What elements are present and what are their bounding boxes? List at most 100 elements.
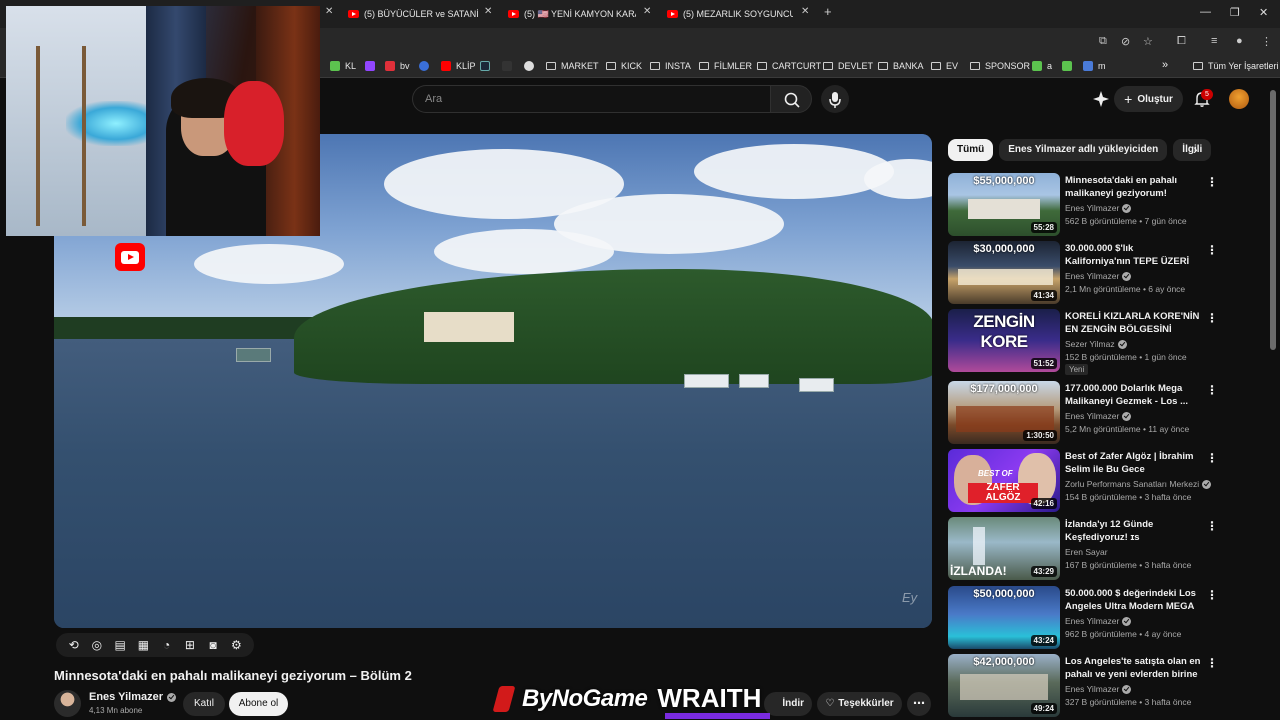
chip-from-uploader[interactable]: Enes Yilmazer adlı yükleyiciden — [999, 139, 1168, 161]
search-button[interactable] — [770, 85, 812, 113]
menu-dots-icon[interactable]: ⋮ — [1261, 35, 1272, 48]
voice-search-button[interactable] — [821, 85, 849, 113]
restore-icon[interactable]: ❐ — [1230, 6, 1240, 19]
bookmark-green[interactable] — [1062, 61, 1077, 71]
more-actions-button[interactable]: ⋯ — [907, 692, 931, 716]
rec-channel[interactable]: Enes Yilmazer — [1065, 684, 1132, 694]
bookmark-folder-market[interactable]: MARKET — [546, 61, 599, 71]
rec-channel[interactable]: Enes Yilmazer — [1065, 616, 1132, 626]
rec-menu-icon[interactable]: ⋮ — [1206, 656, 1218, 670]
rec-title[interactable]: 50.000.000 $ değerindeki Los Angeles Ult… — [1065, 587, 1201, 613]
download-button[interactable]: İndir — [764, 692, 812, 716]
screenshot-icon[interactable]: ◙ — [206, 638, 220, 652]
rec-title[interactable]: Best of Zafer Algöz | İbrahim Selim ile … — [1065, 450, 1201, 476]
tab-close-icon[interactable]: ✕ — [801, 6, 809, 17]
channel-name-row[interactable]: Enes Yilmazer — [89, 691, 176, 703]
bookmark-all[interactable]: Tüm Yer İşaretleri — [1193, 61, 1279, 71]
rec-menu-icon[interactable]: ⋮ — [1206, 175, 1218, 189]
rec-menu-icon[interactable]: ⋮ — [1206, 451, 1218, 465]
bookmark-folder-banka[interactable]: BANKA — [878, 61, 924, 71]
bookmark-a[interactable]: a — [1032, 61, 1052, 71]
recommendation-item[interactable]: $177,000,000 1:30:50 177.000.000 Dolarlı… — [948, 381, 1218, 445]
browser-tab[interactable]: (5) MEZARLIK SOYGUNCULARI — [667, 4, 793, 24]
video-thumbnail[interactable]: BEST OF ZAFER ALGÖZ 42:16 — [948, 449, 1060, 512]
search-input[interactable]: Ara — [412, 85, 770, 113]
recommendation-item[interactable]: $50,000,000 43:24 50.000.000 $ değerinde… — [948, 586, 1218, 650]
bookmark-folder-sponsor[interactable]: SPONSOR — [970, 61, 1030, 71]
browser-tab[interactable]: (5) 🇺🇸 YENİ KAMYON KARAVAN — [508, 4, 636, 24]
settings-gear-icon[interactable]: ⚙ — [229, 638, 243, 652]
rec-channel[interactable]: Enes Yilmazer — [1065, 411, 1132, 421]
rec-menu-icon[interactable]: ⋮ — [1206, 588, 1218, 602]
bookmark-folder-cartcurt[interactable]: CARTCURT — [757, 61, 821, 71]
ai-assist-button[interactable] — [1092, 90, 1110, 113]
browser-tab[interactable]: (5) BÜYÜCÜLER ve SATANİSTLE — [348, 4, 478, 24]
join-button[interactable]: Katıl — [183, 692, 225, 716]
bookmark-site[interactable] — [502, 61, 517, 71]
tab-close-icon[interactable]: ✕ — [484, 6, 492, 17]
hide-icon[interactable]: ⊘ — [1121, 35, 1130, 48]
create-button[interactable]: + Oluştur — [1114, 86, 1183, 112]
recommendation-item[interactable]: $42,000,000 49:24 Los Angeles'te satışta… — [948, 654, 1218, 718]
frames-icon[interactable]: ▦ — [136, 638, 150, 652]
video-thumbnail[interactable]: $177,000,000 1:30:50 — [948, 381, 1060, 444]
recommendation-item[interactable]: $55,000,000 55:28 Minnesota'daki en paha… — [948, 173, 1218, 237]
rec-channel[interactable]: Eren Sayar — [1065, 547, 1108, 557]
bookmark-folder-kick[interactable]: KICK — [606, 61, 642, 71]
rec-title[interactable]: İzlanda'yı 12 Günde Keşfediyoruz! ɪs — [1065, 518, 1201, 544]
speed-icon[interactable]: ◔ — [160, 638, 174, 652]
page-scrollbar[interactable] — [1270, 90, 1276, 350]
rec-title[interactable]: Minnesota'daki en pahalı malikaneyi gezi… — [1065, 174, 1201, 200]
video-thumbnail[interactable]: $30,000,000 41:34 — [948, 241, 1060, 304]
new-tab-icon[interactable]: + — [824, 4, 832, 19]
rec-menu-icon[interactable]: ⋮ — [1206, 519, 1218, 533]
rec-title[interactable]: 30.000.000 $'lık Kaliforniya'nın TEPE ÜZ… — [1065, 242, 1201, 268]
video-thumbnail[interactable]: $50,000,000 43:24 — [948, 586, 1060, 649]
recommendation-item[interactable]: BEST OF ZAFER ALGÖZ 42:16 Best of Zafer … — [948, 449, 1218, 513]
clip-icon[interactable]: ▤ — [113, 638, 127, 652]
bookmark-folder-devlet[interactable]: DEVLET — [823, 61, 873, 71]
video-thumbnail[interactable]: $55,000,000 55:28 — [948, 173, 1060, 236]
tab-close-icon[interactable]: ✕ — [643, 6, 651, 17]
recommendation-item[interactable]: $30,000,000 41:34 30.000.000 $'lık Kalif… — [948, 241, 1218, 305]
rec-channel[interactable]: Zorlu Performans Sanatları Merkezi — [1065, 479, 1212, 489]
video-thumbnail[interactable]: ZENGİN KORE 51:52 — [948, 309, 1060, 372]
minimize-icon[interactable]: — — [1200, 6, 1211, 18]
rec-channel[interactable]: Enes Yilmazer — [1065, 203, 1132, 213]
bookmark-klip[interactable]: KLİP — [441, 61, 476, 71]
extensions-icon[interactable]: ⧠ — [1177, 35, 1186, 48]
rec-channel[interactable]: Enes Yilmazer — [1065, 271, 1132, 281]
rec-menu-icon[interactable]: ⋮ — [1206, 311, 1218, 325]
bookmark-folder-ev[interactable]: EV — [931, 61, 958, 71]
cast-tab-icon[interactable]: ⧉ — [1099, 35, 1107, 48]
subscribe-button[interactable]: Abone ol — [229, 692, 288, 716]
rec-menu-icon[interactable]: ⋮ — [1206, 383, 1218, 397]
bookmark-twitch[interactable] — [365, 61, 380, 71]
rec-title[interactable]: Los Angeles'te satışta olan en pahalı ve… — [1065, 655, 1201, 681]
video-thumbnail[interactable]: $42,000,000 49:24 — [948, 654, 1060, 717]
thanks-button[interactable]: ♡ Teşekkürler — [817, 692, 902, 716]
rec-menu-icon[interactable]: ⋮ — [1206, 243, 1218, 257]
bookmark-steam[interactable] — [480, 61, 495, 71]
media-icon[interactable]: ≡ — [1211, 35, 1217, 47]
bookmark-r[interactable] — [419, 61, 434, 71]
close-window-icon[interactable]: ✕ — [1259, 6, 1268, 19]
channel-avatar[interactable] — [54, 690, 81, 717]
bookmark-folder-insta[interactable]: INSTA — [650, 61, 691, 71]
bookmark-bv[interactable]: bv — [385, 61, 410, 71]
rec-title[interactable]: KORELİ KIZLARLA KORE'NİN EN ZENGİN BÖLGE… — [1065, 310, 1201, 336]
chip-all[interactable]: Tümü — [948, 139, 994, 161]
bookmark-openai[interactable] — [524, 61, 539, 71]
video-thumbnail[interactable]: İZLANDA! 43:29 — [948, 517, 1060, 580]
loop-icon[interactable]: ⟲ — [67, 638, 81, 652]
bookmark-folder-filmler[interactable]: FİLMLER — [699, 61, 752, 71]
recommendation-item[interactable]: ZENGİN KORE 51:52 KORELİ KIZLARLA KORE'N… — [948, 309, 1218, 375]
profile-icon[interactable]: ● — [1236, 35, 1243, 47]
bookmarks-overflow-icon[interactable]: » — [1162, 59, 1168, 71]
tab-close-icon[interactable]: ✕ — [325, 6, 333, 17]
chevron-right-icon[interactable]: › — [1193, 141, 1198, 157]
broadcast-icon[interactable]: ◎ — [90, 638, 104, 652]
picture-in-picture-icon[interactable]: ⊞ — [183, 638, 197, 652]
account-avatar[interactable] — [1229, 89, 1249, 109]
recommendation-item[interactable]: İZLANDA! 43:29 İzlanda'yı 12 Günde Keşfe… — [948, 517, 1218, 581]
